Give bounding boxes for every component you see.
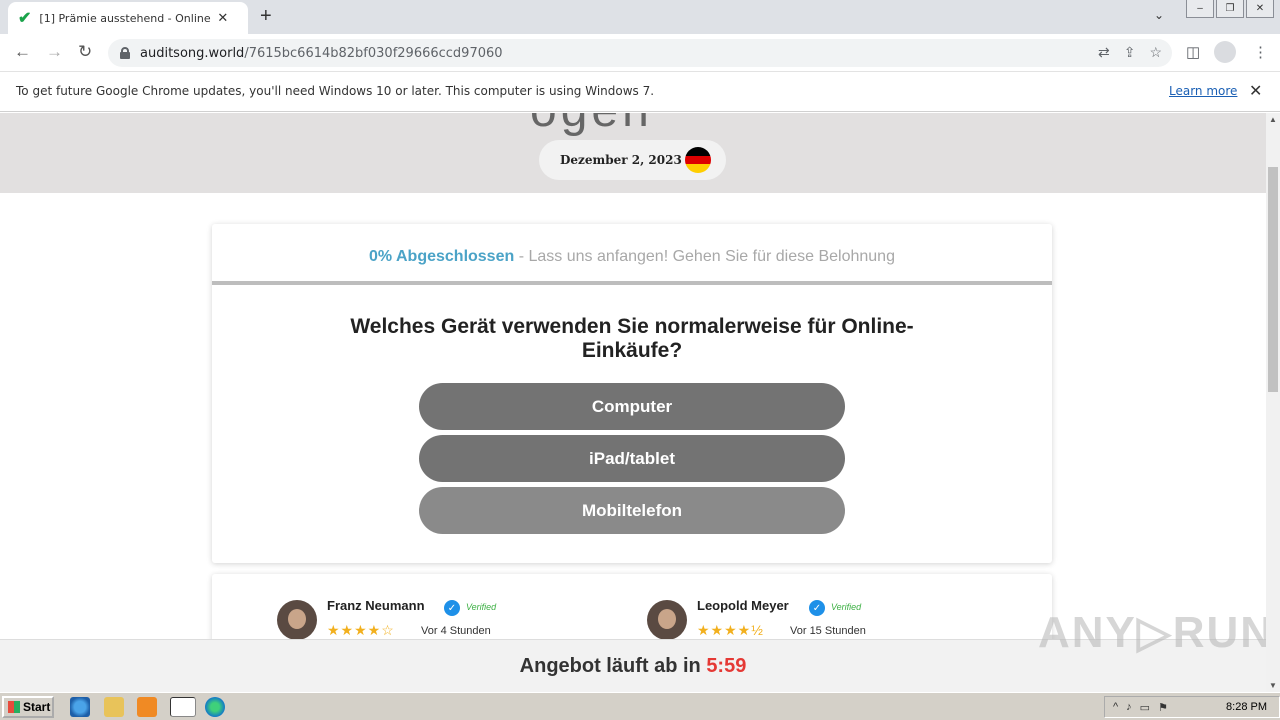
edge-icon[interactable]	[205, 697, 225, 717]
restore-button[interactable]: ❐	[1216, 0, 1244, 18]
review-time: Vor 15 Stunden	[790, 625, 866, 637]
verified-check-icon: ✓	[444, 600, 460, 616]
side-panel-icon[interactable]: ◫	[1186, 43, 1200, 61]
page-viewport: ogen Dezember 2, 2023 0% Abgeschlossen -…	[0, 113, 1266, 692]
scrollbar-thumb[interactable]	[1268, 167, 1278, 392]
menu-kebab-icon[interactable]: ⋮	[1253, 43, 1268, 61]
start-button[interactable]: Start	[2, 696, 54, 718]
start-label: Start	[23, 700, 51, 714]
update-infobar: To get future Google Chrome updates, you…	[0, 72, 1280, 112]
verified-check-icon: ✓	[809, 600, 825, 616]
file-explorer-icon[interactable]	[104, 697, 124, 717]
option-computer-button[interactable]: Computer	[419, 383, 845, 430]
site-logo: ogen	[530, 113, 653, 138]
tray-expand-icon[interactable]: ^	[1113, 701, 1118, 713]
reviewer-name: Leopold Meyer	[697, 598, 789, 613]
option-mobile-button[interactable]: Mobiltelefon	[419, 487, 845, 534]
hero-banner: ogen Dezember 2, 2023	[0, 113, 1266, 193]
avatar	[647, 600, 687, 640]
browser-toolbar: ← → ↻ auditsong.world/7615bc6614b82bf030…	[0, 34, 1280, 72]
new-tab-button[interactable]: +	[260, 5, 272, 28]
date-text: Dezember 2, 2023	[560, 153, 682, 167]
windows-logo-icon	[8, 701, 20, 713]
internet-explorer-icon[interactable]	[70, 697, 90, 717]
reviewer-name: Franz Neumann	[327, 598, 425, 613]
progress-message: - Lass uns anfangen! Gehen Sie für diese…	[514, 248, 895, 265]
scroll-down-arrow-icon[interactable]: ▼	[1269, 681, 1277, 690]
timer-value: 5:59	[706, 655, 747, 677]
tab-strip: ✔ [1] Prämie ausstehend - Online Survey …	[0, 0, 1280, 34]
survey-card: 0% Abgeschlossen - Lass uns anfangen! Ge…	[212, 224, 1052, 563]
verified-label: Verified	[466, 602, 497, 612]
date-pill: Dezember 2, 2023	[539, 140, 726, 180]
share-icon[interactable]: ⇪	[1124, 44, 1136, 61]
bookmark-star-icon[interactable]: ☆	[1149, 44, 1162, 61]
window-controls: – ❐ ✕	[1186, 0, 1274, 18]
germany-flag-icon	[685, 147, 711, 173]
network-icon[interactable]: ▭	[1140, 701, 1150, 714]
verified-label: Verified	[831, 602, 862, 612]
star-rating: ★★★★☆	[327, 622, 395, 638]
url-text[interactable]: auditsong.world/7615bc6614b82bf030f29666…	[140, 46, 503, 61]
learn-more-link[interactable]: Learn more	[1169, 84, 1237, 98]
url-path: /7615bc6614b82bf030f29666ccd97060	[244, 45, 503, 61]
tab-title: [1] Prämie ausstehend - Online Survey	[39, 11, 211, 25]
tab-search-chevron-icon[interactable]: ⌄	[1154, 8, 1164, 22]
minimize-button[interactable]: –	[1186, 0, 1214, 18]
back-button[interactable]: ←	[14, 42, 31, 62]
flag-icon[interactable]: ⚑	[1158, 701, 1168, 714]
reload-button[interactable]: ↻	[78, 42, 92, 62]
volume-icon[interactable]: ♪	[1126, 701, 1132, 713]
omnibox-icons: ⇄ ⇪ ☆	[1098, 44, 1162, 61]
progress-divider	[212, 281, 1052, 285]
tab-close-icon[interactable]: ✕	[217, 10, 228, 26]
star-rating: ★★★★½	[697, 622, 764, 638]
avatar	[277, 600, 317, 640]
profile-avatar-icon[interactable]	[1214, 41, 1236, 63]
url-domain: auditsong.world	[140, 45, 245, 61]
chrome-taskbar-icon[interactable]	[170, 697, 196, 717]
timer-label: Angebot läuft ab in	[519, 655, 707, 677]
review-time: Vor 4 Stunden	[421, 625, 491, 637]
infobar-message: To get future Google Chrome updates, you…	[16, 84, 655, 98]
browser-tab-active[interactable]: ✔ [1] Prämie ausstehend - Online Survey …	[8, 2, 248, 34]
lock-icon[interactable]	[120, 47, 130, 59]
forward-button[interactable]: →	[46, 42, 63, 62]
page-scrollbar[interactable]: ▲ ▼	[1266, 113, 1280, 692]
address-bar[interactable]: auditsong.world/7615bc6614b82bf030f29666…	[108, 39, 1172, 67]
windows-taskbar: Start ^ ♪ ▭ ⚑ 8:28 PM	[0, 692, 1280, 720]
check-icon: ✔	[18, 10, 32, 27]
anyrun-watermark: ANY▷RUN	[1038, 608, 1275, 657]
clock[interactable]: 8:28 PM	[1226, 701, 1267, 713]
media-player-icon[interactable]	[137, 697, 157, 717]
scroll-up-arrow-icon[interactable]: ▲	[1269, 115, 1277, 124]
option-tablet-button[interactable]: iPad/tablet	[419, 435, 845, 482]
progress-text: 0% Abgeschlossen - Lass uns anfangen! Ge…	[212, 248, 1052, 266]
close-window-button[interactable]: ✕	[1246, 0, 1274, 18]
system-tray: ^ ♪ ▭ ⚑ 8:28 PM	[1104, 696, 1280, 718]
translate-icon[interactable]: ⇄	[1098, 44, 1110, 61]
survey-question: Welches Gerät verwenden Sie normalerweis…	[350, 315, 914, 362]
infobar-close-icon[interactable]: ✕	[1249, 81, 1262, 101]
progress-percent: 0% Abgeschlossen	[369, 248, 515, 265]
